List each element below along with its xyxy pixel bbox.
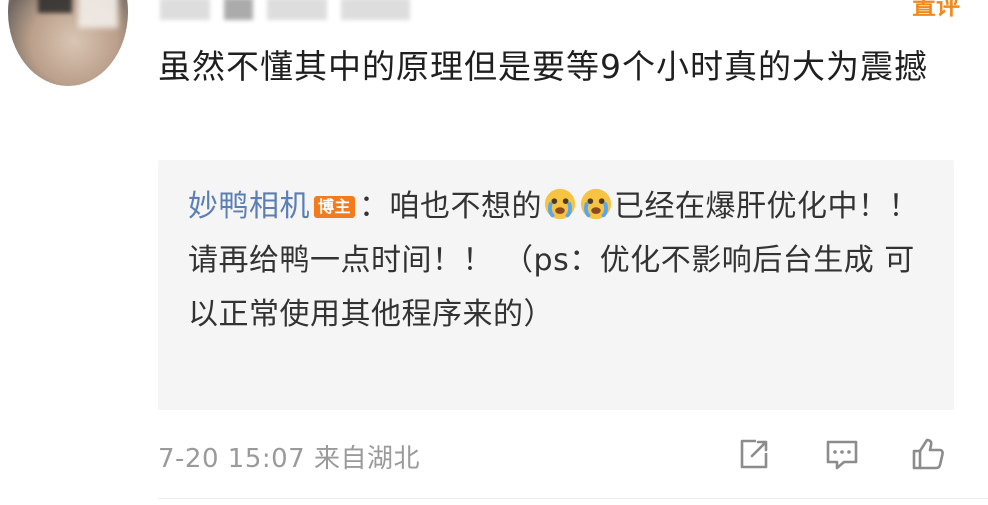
crying-face-emoji-icon: [580, 188, 612, 220]
reply-separator: ：咱也不想的: [359, 189, 543, 224]
comment-meta: 7-20 15:07 来自湖北: [158, 438, 420, 475]
host-badge: 博主: [314, 196, 356, 218]
avatar[interactable]: [8, 0, 128, 86]
reply-box[interactable]: 妙鸭相机 博主 ：咱也不想的 已经在爆肝优化中！！ 请再给鸭一点时间！！ （ps：优…: [158, 160, 954, 410]
username-blurred[interactable]: [160, 0, 410, 22]
comment-icon: [826, 440, 858, 470]
comment-button[interactable]: [822, 434, 862, 474]
comment-badge: 置评: [912, 0, 960, 20]
comment-date: 7-20 15:07: [158, 444, 306, 474]
share-button[interactable]: [734, 434, 774, 474]
like-icon: [912, 438, 944, 470]
reply-text: 妙鸭相机 博主 ：咱也不想的 已经在爆肝优化中！！ 请再给鸭一点时间！！ （ps：优…: [188, 180, 928, 342]
crying-face-emoji-icon: [544, 188, 576, 220]
like-button[interactable]: [908, 434, 948, 474]
reply-author[interactable]: 妙鸭相机: [188, 189, 310, 224]
comment-location: 来自湖北: [313, 444, 420, 474]
share-icon: [740, 439, 768, 469]
comment-text: 虽然不懂其中的原理但是要等9个小时真的大为震撼: [158, 47, 928, 86]
divider: [158, 498, 988, 499]
